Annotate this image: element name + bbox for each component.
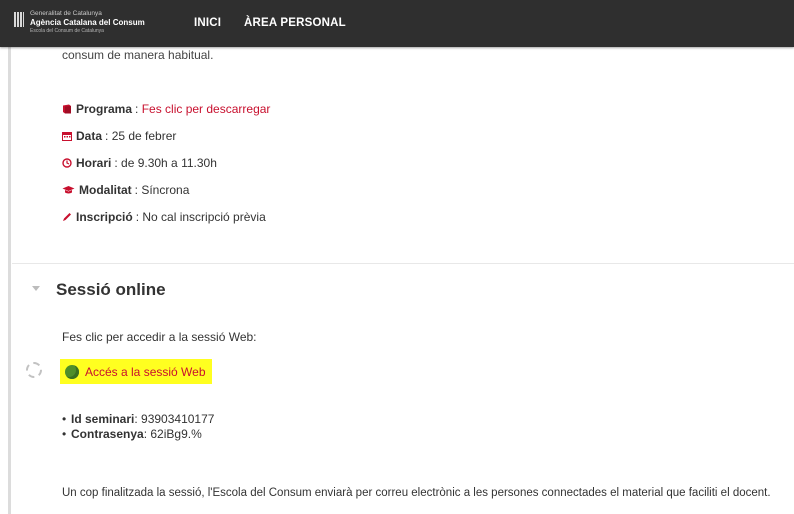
completion-status-icon[interactable]: [26, 362, 42, 378]
intro-text: consum de manera habitual.: [62, 48, 214, 62]
calendar-icon: [62, 132, 72, 141]
graduation-cap-icon: [62, 186, 75, 194]
contrasenya-label: Contrasenya: [71, 427, 144, 441]
horari-value: de 9.30h a 11.30h: [121, 156, 217, 170]
clock-icon: [62, 158, 72, 168]
logo-line-1: Generalitat de Catalunya: [30, 10, 102, 17]
section-title: Sessió online: [56, 280, 166, 299]
globe-icon: [65, 364, 79, 379]
nav-area-personal[interactable]: ÀREA PERSONAL: [244, 17, 346, 29]
data-value: 25 de febrer: [111, 129, 177, 143]
logo-line-3: Escola del Consum de Catalunya: [30, 27, 104, 34]
inscripcio-label: Inscripció: [76, 210, 133, 224]
download-program-link[interactable]: Fes clic per descarregar: [142, 102, 271, 116]
modalitat-value: Síncrona: [141, 183, 190, 197]
section-divider: [12, 263, 794, 264]
programa-label: Programa: [76, 102, 133, 116]
logo-line-2: Agència Catalana del Consum: [30, 17, 145, 27]
top-navbar: Generalitat de Catalunya Agència Catalan…: [0, 0, 794, 47]
info-programa: Programa: Fes clic per descarregar: [62, 102, 270, 116]
session-description: Fes clic per accedir a la sessió Web:: [62, 330, 257, 344]
session-web-link[interactable]: Accés a la sessió Web: [60, 359, 212, 384]
book-icon: [63, 104, 71, 114]
closing-note: Un cop finalitzada la sessió, l'Escola d…: [62, 487, 771, 499]
info-data: Data: 25 de febrer: [62, 129, 176, 143]
id-seminari-value: 93903410177: [141, 412, 215, 426]
session-details-list: Id seminari: 93903410177 Contrasenya: 62…: [62, 412, 214, 442]
inscripcio-value: No cal inscripció prèvia: [142, 210, 266, 224]
site-logo[interactable]: Generalitat de Catalunya Agència Catalan…: [14, 10, 145, 37]
collapse-caret-icon[interactable]: [32, 286, 40, 291]
info-inscripcio: Inscripció: No cal inscripció prèvia: [62, 210, 266, 224]
session-web-link-label[interactable]: Accés a la sessió Web: [85, 365, 206, 379]
generalitat-logo-icon: [14, 12, 24, 27]
horari-label: Horari: [76, 156, 112, 170]
list-item: Id seminari: 93903410177: [62, 412, 214, 427]
id-seminari-label: Id seminari: [71, 412, 135, 426]
content-left-border: [8, 47, 11, 514]
data-label: Data: [76, 129, 103, 143]
pencil-icon: [63, 213, 71, 221]
info-modalitat: Modalitat: Síncrona: [62, 183, 189, 197]
contrasenya-value: 62iBg9.%: [150, 427, 202, 441]
modalitat-label: Modalitat: [79, 183, 132, 197]
list-item: Contrasenya: 62iBg9.%: [62, 427, 214, 442]
nav-inici[interactable]: INICI: [194, 17, 221, 29]
info-horari: Horari: de 9.30h a 11.30h: [62, 156, 217, 170]
